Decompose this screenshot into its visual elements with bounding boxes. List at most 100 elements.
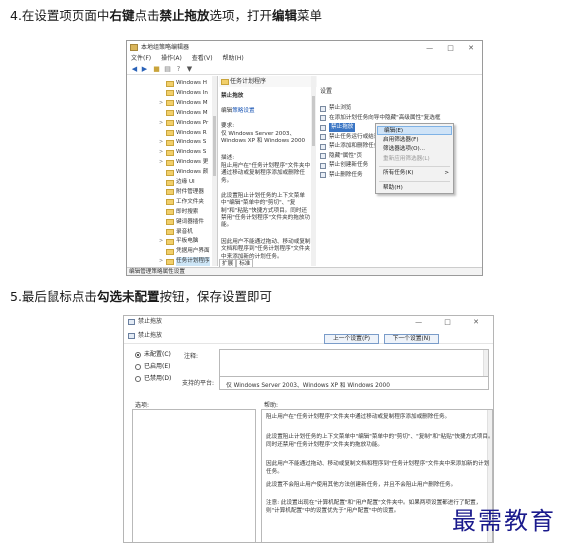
context-menu-item[interactable]: 所有任务(K) >	[377, 169, 452, 178]
tree-item-label: Windows 更	[176, 159, 209, 166]
next-setting-button[interactable]: 下一个设置(N)	[384, 334, 439, 344]
setting-item-label: 在添加计划任务向导中隐藏"高级属性"复选框	[329, 114, 441, 121]
folder-icon	[166, 179, 174, 186]
edit-policy-link[interactable]: 策略设置	[232, 108, 254, 114]
options-label: 选项:	[135, 402, 150, 409]
context-menu-item-label: 重新应用筛选器(L)	[383, 155, 430, 162]
chevron-right-icon[interactable]: >	[159, 257, 163, 266]
tree-item-label: Windows M	[176, 109, 208, 116]
context-menu-item[interactable]: 重新应用筛选器(L)	[377, 155, 452, 164]
setting-item-label: 隐藏"属性"页	[329, 152, 363, 159]
tree-item[interactable]: > Windows 更	[127, 158, 217, 167]
menu-action[interactable]: 操作(A)	[161, 55, 182, 62]
context-menu: 编辑(E) 启用筛选器(F) 筛选器选项(O)... 重新应用筛选器(L) 所有任务(K…	[375, 123, 454, 194]
tree-item[interactable]: 附件管理器	[127, 188, 217, 197]
radio-dot-selected[interactable]	[135, 351, 141, 358]
description-scrollbar[interactable]	[311, 76, 316, 266]
policy-setting-icon	[320, 153, 326, 159]
menu-help[interactable]: 帮助(H)	[223, 55, 244, 62]
dialog-policy-name: 禁止拖放	[138, 332, 163, 339]
setting-item[interactable]: 在添加计划任务向导中隐藏"高级属性"复选框	[320, 114, 480, 123]
tree-item[interactable]: > Windows Pr	[127, 119, 217, 128]
step-4-instruction: 4.在设置项页面中右键点击禁止拖放选项，打开编辑菜单	[10, 8, 322, 24]
supported-platforms-value: 仅 Windows Server 2003、Windows XP 和 Windo…	[226, 383, 390, 389]
help-paragraph: 阻止用户在"任务计划程序"文件夹中通过移动或复制程序添加或删除任务。	[266, 414, 451, 420]
properties-icon[interactable]: ▤	[163, 65, 172, 73]
chevron-right-icon[interactable]: >	[159, 119, 163, 128]
help-paragraph: 此设置阻止计划任务的上下文菜单中"编辑"菜单中的"剪切"、"复制"和"粘贴"快捷…	[266, 434, 494, 448]
tree-item[interactable]: Windows R	[127, 129, 217, 138]
tree-item[interactable]: 工作文件夹	[127, 198, 217, 207]
menu-view[interactable]: 查看(V)	[192, 55, 213, 62]
step-4-bold-disable-drag: 禁止拖放	[159, 8, 210, 23]
tree-item[interactable]: 凭据用户界面	[127, 247, 217, 256]
folder-icon	[166, 229, 174, 235]
step-4-text: 点击	[134, 8, 160, 23]
folder-icon	[166, 90, 174, 97]
policy-setting-icon	[320, 124, 326, 131]
tree-item[interactable]: Windows 颜	[127, 168, 217, 177]
tree-item[interactable]: 即时搜索	[127, 208, 217, 217]
tree-item[interactable]: Windows H	[127, 79, 217, 88]
setting-item-label: 禁止删除任务	[329, 171, 363, 178]
chevron-right-icon[interactable]: >	[159, 148, 163, 157]
status-bar: 编辑管理策略属性设置	[127, 267, 482, 275]
setting-item-label: 禁止创建新任务	[329, 162, 369, 168]
folder-icon[interactable]: ■	[152, 65, 161, 73]
tree-item[interactable]: > Windows S	[127, 138, 217, 147]
context-menu-item[interactable]: 编辑(E)	[377, 126, 452, 135]
tree-item-label: 凭据用户界面	[176, 248, 210, 255]
folder-icon	[166, 149, 174, 156]
context-menu-item[interactable]: 启用筛选器(F)	[377, 136, 452, 145]
step-4-text: 4.在设置项页面中	[10, 8, 110, 23]
help-paragraph: 因此用户不能通过拖动、移动或复制文档和程序到"任务计划程序"文件夹中来添加新的计…	[266, 461, 490, 475]
policy-setting-icon	[320, 105, 326, 112]
folder-icon	[166, 80, 174, 87]
setting-item[interactable]: 禁止浏览	[320, 104, 480, 113]
setting-item-label: 禁止浏览	[329, 105, 352, 111]
tree-item[interactable]: > 平板电脑	[127, 237, 217, 246]
folder-icon	[166, 219, 174, 226]
supported-platforms-box: 仅 Windows Server 2003、Windows XP 和 Windo…	[219, 376, 489, 390]
chevron-right-icon[interactable]: >	[159, 158, 163, 167]
description-text-1: 阻止用户在"任务计划程序"文件夹中通过移动或复制程序添加或删除任务。	[221, 163, 311, 184]
chevron-right-icon[interactable]: >	[159, 237, 163, 246]
tree-item-label: Windows 颜	[176, 169, 209, 176]
context-menu-item[interactable]: 筛选器选项(O)...	[377, 145, 452, 154]
description-text-2: 此设置阻止计划任务的上下文菜单中"编辑"菜单中的"剪切"、"复制"和"粘贴"快捷…	[221, 193, 311, 229]
options-panel	[132, 409, 256, 542]
radio-dot[interactable]	[135, 363, 141, 370]
back-arrow-icon[interactable]: ◀	[130, 65, 139, 73]
chevron-right-icon[interactable]: >	[159, 99, 163, 108]
tree-item[interactable]: > Windows S	[127, 148, 217, 157]
step-5-instruction: 5.最后鼠标点击勾选未配置按钮，保存设置即可	[10, 289, 272, 305]
tree-scrollbar[interactable]	[212, 76, 217, 266]
tree-item[interactable]: > 任务计划程序	[127, 257, 217, 266]
help-icon[interactable]: ?	[174, 65, 183, 73]
menu-file[interactable]: 文件(F)	[131, 55, 151, 62]
filter-icon[interactable]: ▼	[185, 65, 194, 73]
previous-setting-button[interactable]: 上一个设置(P)	[324, 334, 379, 344]
policy-setting-icon	[128, 333, 135, 339]
forward-arrow-icon[interactable]: ▶	[140, 65, 149, 73]
view-tabs: 扩展 标准	[219, 259, 279, 268]
tree-item-label: 附件管理器	[176, 188, 204, 195]
context-menu-item[interactable]: 帮助(H)	[377, 184, 452, 193]
tree-item[interactable]: Windows In	[127, 89, 217, 98]
tree-item[interactable]: 录音机	[127, 228, 217, 237]
chevron-right-icon[interactable]: >	[159, 138, 163, 147]
tree-item-label: 即时搜索	[176, 208, 199, 215]
tree-item-label: Windows S	[176, 149, 207, 156]
radio-dot[interactable]	[135, 375, 141, 382]
policy-name-heading: 禁止拖放	[221, 93, 244, 99]
settings-column-header[interactable]: 设置	[320, 86, 332, 95]
tree-item[interactable]: 键词器插件	[127, 218, 217, 227]
tree-item-label: Windows In	[176, 89, 208, 96]
folder-icon	[166, 130, 174, 136]
context-menu-item-label: 所有任务(K)	[383, 170, 414, 177]
tree-item[interactable]: 边缘 UI	[127, 178, 217, 187]
folder-icon	[166, 169, 174, 176]
dialog-window-buttons[interactable]: — □ ✕	[415, 316, 489, 328]
tree-item[interactable]: Windows M	[127, 109, 217, 118]
tree-item[interactable]: > Windows M	[127, 99, 217, 108]
